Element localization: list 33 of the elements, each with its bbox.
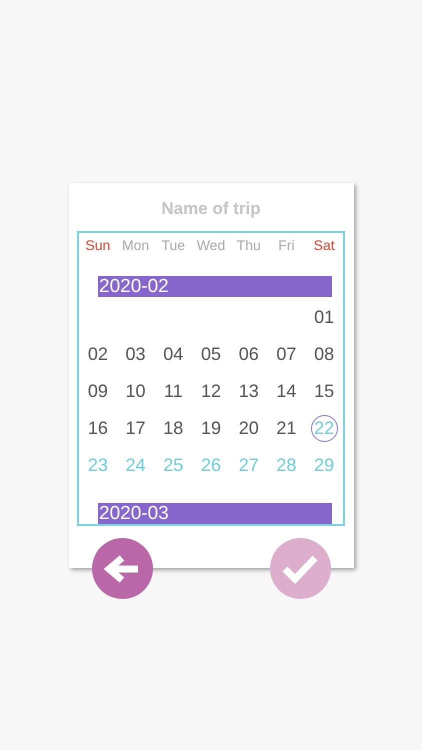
day-cell[interactable]: 12 (200, 378, 221, 405)
day-cell[interactable]: 03 (126, 341, 146, 368)
arrow-left-icon (104, 554, 140, 584)
day-cell[interactable]: 16 (88, 415, 108, 442)
day-cell[interactable]: 13 (238, 378, 259, 405)
day-cell[interactable]: 21 (276, 415, 296, 442)
month-header: 2020-03 (98, 503, 332, 524)
day-cell[interactable]: 20 (238, 415, 259, 442)
weekday-label: Fri (277, 236, 296, 254)
day-cell[interactable]: 18 (163, 415, 184, 442)
day-cell[interactable]: 14 (276, 378, 296, 405)
day-cell[interactable]: 05 (200, 341, 221, 368)
month-header: 2020-02 (98, 276, 332, 297)
weekday-label: Sat (312, 236, 336, 254)
day-cell[interactable]: 09 (88, 378, 108, 405)
day-cell[interactable]: 19 (200, 415, 221, 442)
weekday-label: Tue (160, 236, 186, 254)
check-icon (281, 554, 319, 584)
weekday-label: Sun (84, 236, 112, 254)
day-cell[interactable]: 01 (314, 304, 334, 331)
day-cell[interactable]: 04 (163, 341, 184, 368)
day-cell[interactable]: 17 (126, 415, 146, 442)
day-cell[interactable]: 15 (314, 378, 334, 405)
trip-name: Name of trip (161, 199, 261, 219)
day-cell[interactable]: 10 (126, 378, 146, 405)
day-cell[interactable]: 02 (88, 341, 108, 368)
weekday-label: Wed (196, 236, 226, 254)
day-cell[interactable]: 08 (314, 341, 334, 368)
weekday-label: Mon (120, 236, 150, 254)
weekday-label: Thu (236, 236, 262, 254)
day-cell[interactable]: 11 (164, 378, 183, 405)
day-cell[interactable]: 07 (276, 341, 296, 368)
day-cell[interactable]: 06 (238, 341, 259, 368)
